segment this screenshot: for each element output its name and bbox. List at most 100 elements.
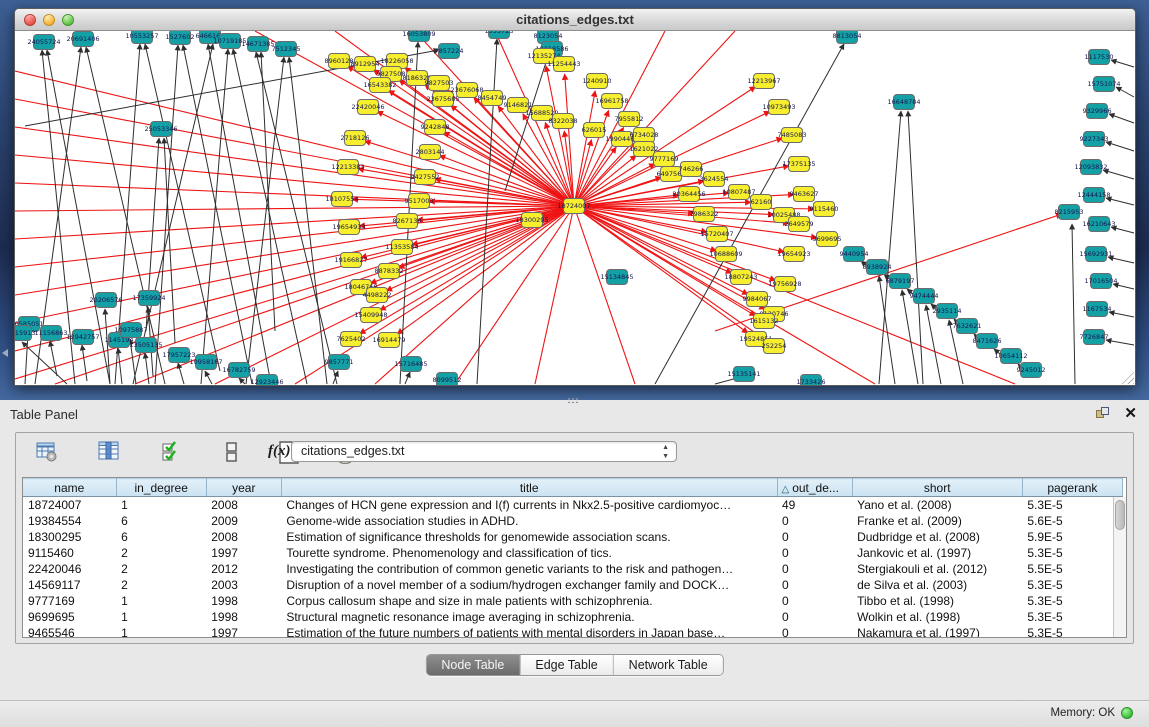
graph-node-yellow[interactable]: 6734028 — [630, 128, 659, 143]
graph-node-teal[interactable]: 9227343 — [1080, 132, 1109, 147]
table-cell[interactable]: 1 — [116, 593, 206, 609]
graph-node-teal[interactable]: 9440954 — [840, 247, 869, 262]
graph-node-yellow[interactable]: 8322038 — [549, 114, 578, 129]
graph-node-yellow[interactable]: 12213967 — [747, 74, 780, 89]
graph-node-yellow[interactable]: 252254 — [762, 339, 787, 354]
table-cell[interactable]: 18724007 — [23, 497, 116, 513]
graph-node-teal[interactable]: 10654112 — [994, 349, 1027, 364]
graph-node-teal[interactable]: 9857771 — [325, 355, 354, 370]
graph-node-teal[interactable]: 15134845 — [600, 270, 633, 285]
table-cell[interactable]: Changes of HCN gene expression and I(f) … — [281, 497, 777, 513]
table-row[interactable]: 977716911998Corpus callosum shape and si… — [23, 593, 1123, 609]
table-row[interactable]: 911546021997Tourette syndrome. Phenomeno… — [23, 545, 1123, 561]
table-cell[interactable]: 1 — [116, 497, 206, 513]
graph-node-teal[interactable]: 8938924 — [863, 260, 892, 275]
graph-node-teal[interactable]: 9329966 — [1083, 104, 1112, 119]
table-scrollbar[interactable] — [1113, 497, 1126, 637]
graph-node-yellow[interactable]: 1240910 — [583, 74, 612, 89]
table-cell[interactable]: 5.3E-5 — [1022, 545, 1122, 561]
graph-node-yellow[interactable]: 18107554 — [325, 192, 358, 207]
table-cell[interactable]: Estimation of significance thresholds fo… — [281, 529, 777, 545]
tab-network-table[interactable]: Network Table — [613, 655, 723, 675]
graph-node-teal[interactable]: 7857224 — [435, 44, 464, 59]
table-cell[interactable]: 0 — [777, 625, 852, 639]
table-cell[interactable]: Genome-wide association studies in ADHD. — [281, 513, 777, 529]
table-select[interactable]: citations_edges.txt ▲▼ — [291, 441, 677, 462]
graph-node-yellow[interactable]: 62160 — [751, 195, 772, 210]
table-row[interactable]: 1938455462009Genome-wide association stu… — [23, 513, 1123, 529]
graph-node-yellow[interactable]: 7986322 — [690, 207, 719, 222]
collapsed-panel-arrow-icon[interactable] — [2, 349, 8, 357]
graph-node-teal[interactable]: 12923446 — [250, 375, 283, 386]
table-cell[interactable]: 9777169 — [23, 593, 116, 609]
graph-node-yellow[interactable]: 2649579 — [785, 217, 814, 232]
graph-node-yellow[interactable]: 8267130 — [393, 214, 422, 229]
graph-node-yellow[interactable]: 7625402 — [337, 332, 366, 347]
graph-node-yellow[interactable]: 17375135 — [782, 157, 815, 172]
graph-node-yellow[interactable]: 9699695 — [813, 232, 842, 247]
table-cell[interactable]: 2003 — [206, 577, 281, 593]
graph-node-teal[interactable]: 16053809 — [402, 31, 435, 42]
graph-node-yellow[interactable]: 8454749 — [478, 91, 507, 106]
table-cell[interactable]: 0 — [777, 593, 852, 609]
graph-node-teal[interactable]: 1117530 — [1085, 50, 1114, 65]
graph-node-yellow[interactable]: 4498222 — [363, 288, 392, 303]
graph-node-yellow[interactable]: 9827503 — [425, 76, 454, 91]
table-cell[interactable]: 49 — [777, 497, 852, 513]
table-cell[interactable]: 9465546 — [23, 625, 116, 639]
table-cell[interactable]: 5.3E-5 — [1022, 497, 1122, 513]
table-cell[interactable]: 0 — [777, 561, 852, 577]
network-canvas[interactable]: 2405572420691406105532571527602646616010… — [15, 31, 1135, 385]
table-cell[interactable]: 2 — [116, 545, 206, 561]
column-header-title[interactable]: title — [281, 479, 777, 497]
table-row[interactable]: 1872400712008Changes of HCN gene express… — [23, 497, 1123, 513]
graph-node-yellow[interactable]: 9242848 — [421, 120, 450, 135]
graph-node-yellow[interactable]: 19756928 — [768, 277, 801, 292]
graph-node-teal[interactable]: 1527602 — [166, 31, 195, 45]
table-cell[interactable]: Stergiakouli et al. (2012) — [852, 561, 1022, 577]
function-builder-icon[interactable]: f(x) — [268, 443, 291, 460]
table-cell[interactable]: de Silva et al. (2003) — [852, 577, 1022, 593]
show-columns-icon[interactable] — [98, 441, 120, 463]
table-cell[interactable]: 2008 — [206, 529, 281, 545]
graph-node-teal[interactable]: 6879197 — [886, 274, 915, 289]
graph-node-yellow[interactable]: 9517003 — [405, 194, 434, 209]
column-header-short[interactable]: short — [852, 479, 1022, 497]
table-cell[interactable]: 2009 — [206, 513, 281, 529]
column-header-pagerank[interactable]: pagerank — [1022, 479, 1122, 497]
table-cell[interactable]: 22420046 — [23, 561, 116, 577]
table-cell[interactable]: 1998 — [206, 609, 281, 625]
select-rows-icon[interactable] — [161, 441, 183, 463]
table-cell[interactable]: Tibbo et al. (1998) — [852, 593, 1022, 609]
graph-node-teal[interactable]: 1167534 — [1083, 302, 1112, 317]
table-settings-icon[interactable] — [36, 441, 58, 463]
table-cell[interactable]: Jankovic et al. (1997) — [852, 545, 1022, 561]
table-cell[interactable]: Corpus callosum shape and size in male p… — [281, 593, 777, 609]
table-cell[interactable]: 0 — [777, 609, 852, 625]
graph-node-yellow[interactable]: 8912954 — [351, 57, 380, 72]
graph-node-yellow[interactable]: 11353584 — [385, 240, 418, 255]
network-window[interactable]: citations_edges.txt 24055724206914061055… — [14, 8, 1136, 386]
graph-node-yellow[interactable]: 1615132 — [750, 314, 779, 329]
graph-node-yellow[interactable]: 10688609 — [709, 247, 742, 262]
graph-node-teal[interactable]: 20206576 — [89, 293, 122, 308]
graph-node-teal[interactable]: 9474444 — [910, 289, 939, 304]
table-cell[interactable]: Franke et al. (2009) — [852, 513, 1022, 529]
column-header-name[interactable]: name — [23, 479, 116, 497]
table-cell[interactable]: 5.6E-5 — [1022, 513, 1122, 529]
table-cell[interactable]: 5.3E-5 — [1022, 577, 1122, 593]
table-row[interactable]: 1456911722003Disruption of a novel membe… — [23, 577, 1123, 593]
graph-node-yellow[interactable]: 9427552 — [411, 170, 440, 185]
table-cell[interactable]: 9699695 — [23, 609, 116, 625]
table-cell[interactable]: 1997 — [206, 545, 281, 561]
table-cell[interactable]: 0 — [777, 577, 852, 593]
table-cell[interactable]: 1 — [116, 625, 206, 639]
graph-node-yellow[interactable]: 9463627 — [790, 187, 819, 202]
graph-node-teal[interactable]: 12093832 — [1074, 160, 1107, 175]
float-panel-icon[interactable] — [1096, 407, 1110, 421]
table-cell[interactable]: Investigating the contribution of common… — [281, 561, 777, 577]
table-cell[interactable]: Structural magnetic resonance image aver… — [281, 609, 777, 625]
graph-node-teal[interactable]: 10553257 — [125, 31, 158, 44]
graph-node-teal[interactable]: 7632621 — [953, 319, 982, 334]
table-cell[interactable]: 18300295 — [23, 529, 116, 545]
